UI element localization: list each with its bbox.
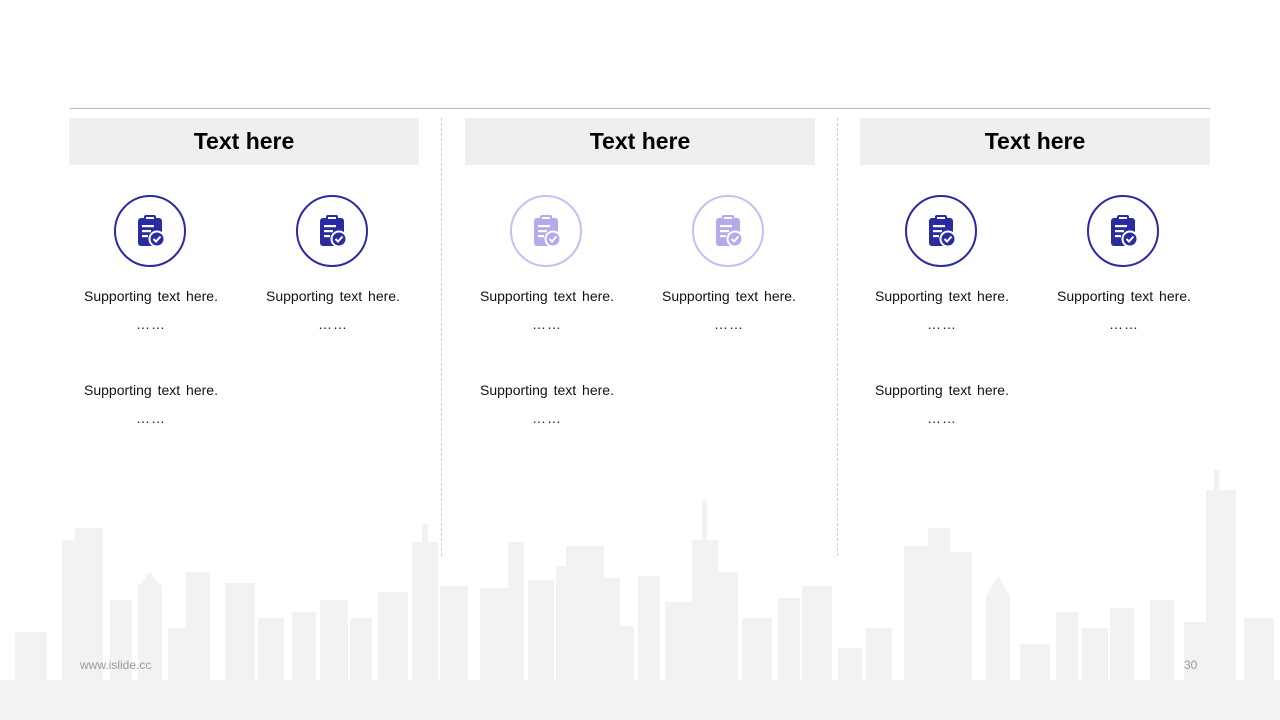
supporting-text: Supporting text here. xyxy=(875,382,1009,398)
ellipsis-text: …… xyxy=(532,316,562,332)
content-column-2: Text here Supporting text here. …… Suppo… xyxy=(465,118,815,448)
column-divider xyxy=(837,118,838,556)
supporting-text: Supporting text here. xyxy=(875,288,1009,304)
supporting-text: Supporting text here. xyxy=(84,382,218,398)
clipboard-check-icon xyxy=(905,195,977,267)
column-title: Text here xyxy=(984,128,1086,154)
content-column-1: Text here Supporting text here. …… Suppo… xyxy=(69,118,419,448)
supporting-text-item: Supporting text here. …… xyxy=(61,381,241,427)
supporting-text-item: Supporting text here. …… xyxy=(457,287,637,333)
ellipsis-text: …… xyxy=(136,316,166,332)
ellipsis-text: …… xyxy=(1109,316,1139,332)
supporting-text-item: Supporting text here. …… xyxy=(852,287,1032,333)
ellipsis-text: …… xyxy=(136,410,166,426)
footer-url: www.islide.cc xyxy=(80,658,152,672)
clipboard-check-icon xyxy=(114,195,186,267)
column-header: Text here xyxy=(860,118,1210,165)
column-header: Text here xyxy=(465,118,815,165)
supporting-text: Supporting text here. xyxy=(1057,288,1191,304)
content-column-3: Text here Supporting text here. …… Suppo… xyxy=(860,118,1210,448)
column-header: Text here xyxy=(69,118,419,165)
page-number: 30 xyxy=(1184,658,1198,672)
supporting-text-item: Supporting text here. …… xyxy=(852,381,1032,427)
supporting-text-item: Supporting text here. …… xyxy=(243,287,423,333)
supporting-text-item: Supporting text here. …… xyxy=(457,381,637,427)
ellipsis-text: …… xyxy=(927,316,957,332)
clipboard-check-icon xyxy=(510,195,582,267)
ellipsis-text: …… xyxy=(532,410,562,426)
supporting-text-item: Supporting text here. …… xyxy=(61,287,241,333)
supporting-text: Supporting text here. xyxy=(84,288,218,304)
column-title: Text here xyxy=(589,128,691,154)
column-divider xyxy=(441,118,442,556)
clipboard-check-icon xyxy=(692,195,764,267)
ellipsis-text: …… xyxy=(318,316,348,332)
supporting-text: Supporting text here. xyxy=(480,288,614,304)
supporting-text: Supporting text here. xyxy=(266,288,400,304)
column-title: Text here xyxy=(193,128,295,154)
clipboard-check-icon xyxy=(296,195,368,267)
top-rule xyxy=(70,108,1210,109)
ellipsis-text: …… xyxy=(927,410,957,426)
supporting-text: Supporting text here. xyxy=(662,288,796,304)
clipboard-check-icon xyxy=(1087,195,1159,267)
ellipsis-text: …… xyxy=(714,316,744,332)
supporting-text-item: Supporting text here. …… xyxy=(639,287,819,333)
supporting-text-item: Supporting text here. …… xyxy=(1034,287,1214,333)
supporting-text: Supporting text here. xyxy=(480,382,614,398)
